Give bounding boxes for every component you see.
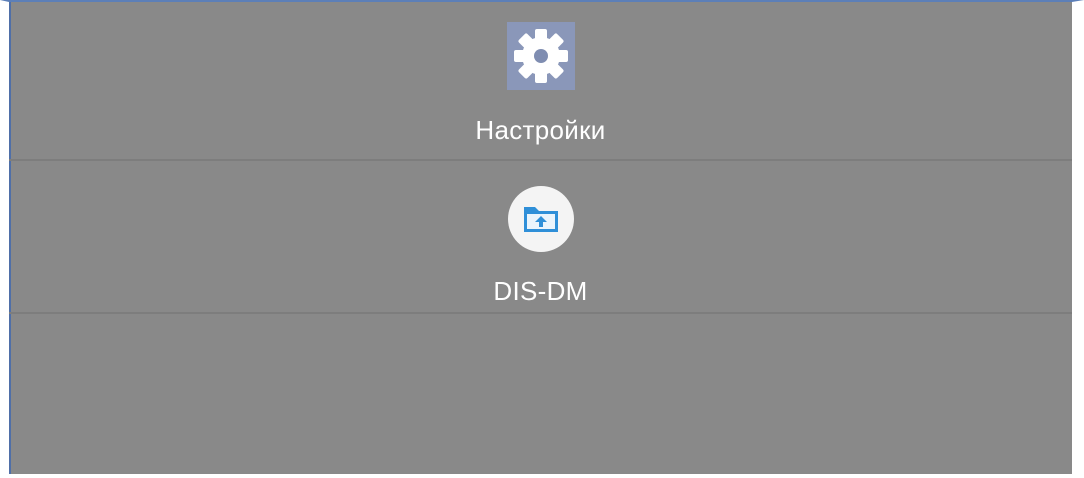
folder-upload-icon xyxy=(507,186,574,252)
app-item-settings[interactable]: Настройки xyxy=(9,2,1072,161)
app-item-dis-dm[interactable]: DIS-DM xyxy=(9,161,1072,314)
app-label-settings: Настройки xyxy=(475,115,606,145)
gear-icon xyxy=(506,22,575,90)
app-drawer-screen: Настройки DIS-DM xyxy=(0,0,1084,478)
app-label-dis-dm: DIS-DM xyxy=(493,276,588,306)
app-list: Настройки DIS-DM xyxy=(9,2,1072,314)
